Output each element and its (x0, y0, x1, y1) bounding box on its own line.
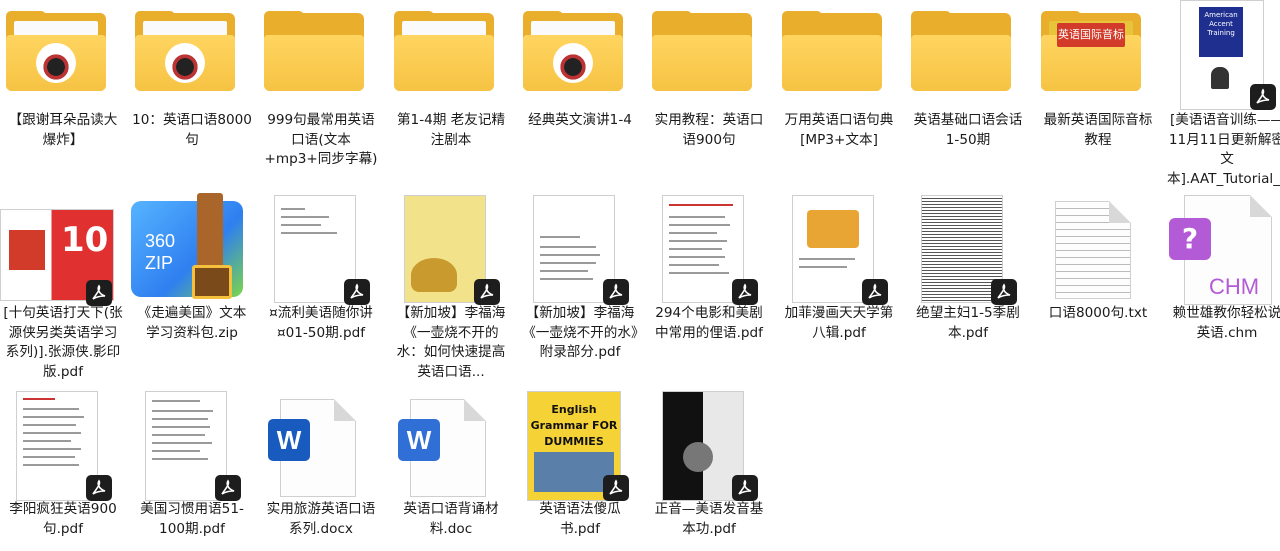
thumbnail-text: W (398, 419, 440, 461)
file-name: 实用教程：英语口语900句 (654, 112, 764, 148)
pdf-badge-icon (344, 279, 370, 305)
file-name: [美语语音训练——11月11日更新解密文本].AAT_Tutorial_... (1167, 112, 1280, 187)
file-name: 第1-4期 老友记精注剧本 (396, 112, 506, 148)
file-name: [十句英语打天下(张源侠另类英语学习系列)].张源侠.影印版.pdf (3, 305, 123, 380)
file-name: 经典英文演讲1-4 (528, 112, 632, 128)
pdf-icon (388, 193, 514, 305)
file-name: 【跟谢耳朵品读大爆炸】 (8, 112, 118, 148)
file-name: 李阳疯狂英语900句.pdf (9, 501, 117, 537)
pdf-icon (517, 193, 643, 305)
file-name: 英语基础口语会话1-50期 (913, 112, 1023, 148)
pdf-icon: English Grammar FOR DUMMIES (517, 389, 643, 501)
file-name: 实用旅游英语口语系列.docx (266, 501, 376, 537)
folder-icon (776, 0, 902, 110)
pdf-badge-icon (603, 279, 629, 305)
pdf-icon (905, 193, 1031, 305)
thumbnail-text: 360 (145, 231, 176, 251)
folder-icon (258, 0, 384, 110)
file-name: 《走遍美国》文本学习资料包.zip (137, 305, 247, 341)
file-name: 万用英语口语句典[MP3+文本] (784, 112, 894, 148)
thumbnail-text: W (268, 419, 310, 461)
file-grid: 【跟谢耳朵品读大爆炸】 10：英语口语8000句 999句最常用英语口语(文本+… (0, 0, 1280, 551)
pdf-badge-icon (732, 475, 758, 501)
folder-icon (129, 0, 255, 110)
file-name: 10：英语口语8000句 (132, 112, 252, 148)
folder-icon (388, 0, 514, 110)
folder-icon: 英语国际音标 (1035, 0, 1161, 110)
file-name: 美国习惯用语51-100期.pdf (140, 501, 244, 537)
thumbnail-text: English Grammar FOR DUMMIES (530, 403, 618, 448)
pdf-icon: American Accent Training (1164, 0, 1280, 110)
pdf-badge-icon (862, 279, 888, 305)
file-name: 加菲漫画天天学第八辑.pdf (784, 305, 894, 341)
folder-icon (646, 0, 772, 110)
file-name: 绝望主妇1-5季剧本.pdf (916, 305, 1020, 341)
pdf-icon (646, 389, 772, 501)
pdf-badge-icon (86, 280, 112, 306)
pdf-badge-icon (991, 279, 1017, 305)
pdf-badge-icon (603, 475, 629, 501)
txt-icon (1035, 193, 1161, 303)
folder-icon (905, 0, 1031, 110)
pdf-icon (0, 389, 126, 501)
pdf-badge-icon (474, 279, 500, 305)
chm-icon: ? CHM (1164, 193, 1280, 305)
file-name: 999句最常用英语口语(文本+mp3+同步字幕) (264, 112, 378, 167)
thumbnail-text: CHM (1209, 274, 1260, 299)
pdf-icon (129, 389, 255, 501)
thumbnail-text: 英语国际音标 (1057, 23, 1125, 47)
folder-icon (0, 0, 126, 110)
pdf-badge-icon (215, 475, 241, 501)
file-name: 正音—美语发音基本功.pdf (654, 501, 764, 537)
pdf-badge-icon (732, 279, 758, 305)
docx-icon: W (258, 389, 384, 499)
thumbnail-text: ZIP (145, 253, 174, 273)
file-name: 口语8000句.txt (1048, 305, 1148, 321)
file-name: 最新英语国际音标教程 (1043, 112, 1153, 148)
pdf-icon (646, 193, 772, 305)
file-name: 【新加坡】李福海《一壶烧不开的水》附录部分.pdf (522, 305, 638, 360)
folder-icon (517, 0, 643, 110)
pdf-badge-icon (1250, 84, 1276, 110)
file-name: ¤流利美语随你讲¤01-50期.pdf (269, 305, 373, 341)
doc-icon: W (388, 389, 514, 499)
pdf-icon: 10 (0, 193, 126, 306)
zip-icon: 360 ZIP (129, 193, 255, 303)
file-name: 294个电影和美剧中常用的俚语.pdf (655, 305, 763, 341)
pdf-icon (776, 193, 902, 305)
thumbnail-text: American Accent Training (1199, 7, 1243, 57)
file-name: 【新加坡】李福海《一壶烧不开的水：如何快速提高英语口语... (396, 305, 506, 380)
pdf-badge-icon (86, 475, 112, 501)
file-name: 英语语法傻瓜书.pdf (539, 501, 621, 537)
pdf-icon (258, 193, 384, 305)
file-name: 英语口语背诵材料.doc (403, 501, 499, 537)
file-name: 赖世雄教你轻松说英语.chm (1172, 305, 1280, 341)
